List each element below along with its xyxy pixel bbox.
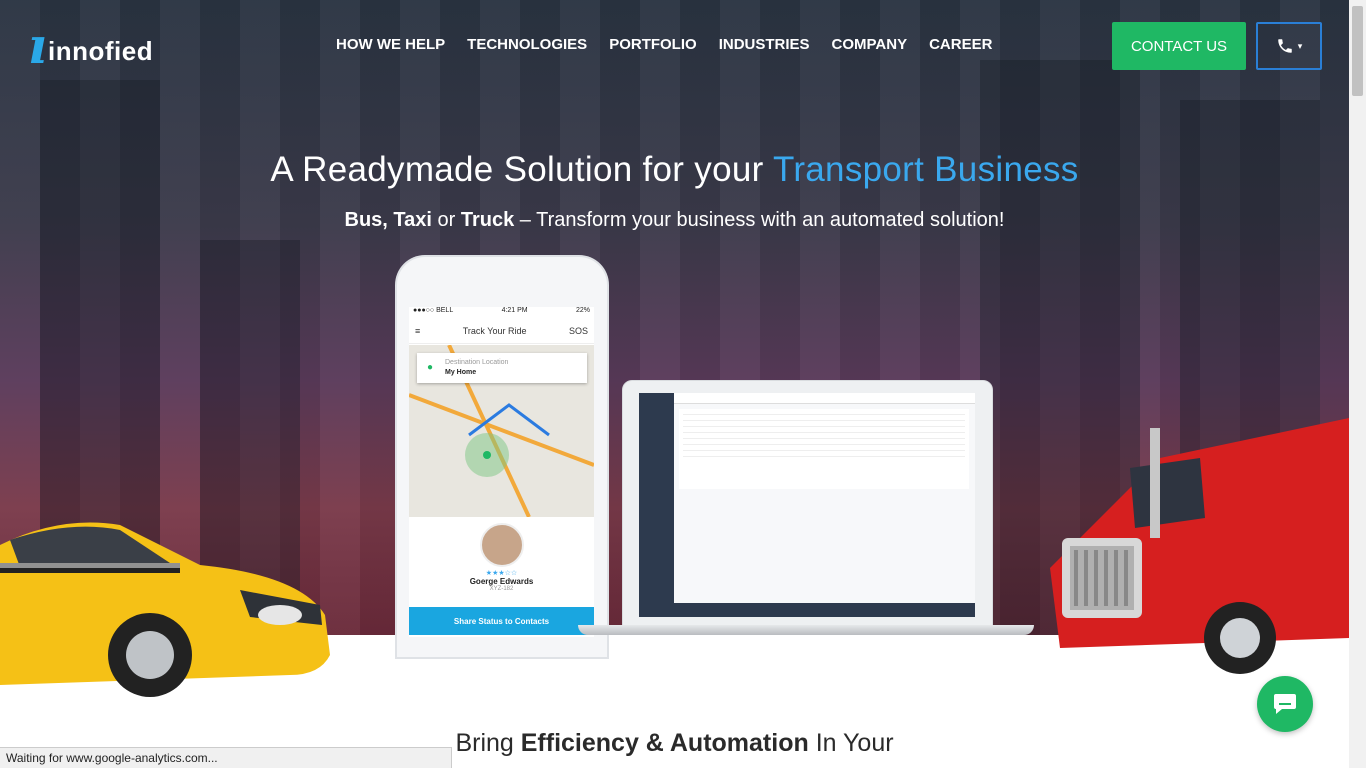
dashboard-topbar <box>674 393 975 404</box>
driver-code: XYZ-182 <box>489 586 514 592</box>
logo-text: innofied <box>48 36 154 66</box>
hero-title-highlight: Transport Business <box>772 150 1079 189</box>
driver-avatar <box>479 523 524 567</box>
laptop-base <box>578 625 1034 635</box>
hero-subtitle: Bus, Taxi or Truck – Transform your busi… <box>0 209 1349 232</box>
battery-text: 22% <box>575 307 590 314</box>
chat-widget-button[interactable] <box>1257 676 1313 732</box>
driver-rating: ★★★☆☆ <box>485 570 518 577</box>
nav-industries[interactable]: INDUSTRIES <box>719 36 810 53</box>
nav-portfolio[interactable]: PORTFOLIO <box>609 36 697 53</box>
taxi-image <box>0 522 330 697</box>
phone-mockup: ●●●○○ BELL 4:21 PM 22% ≡ Track Your Ride… <box>397 257 607 657</box>
chevron-down-icon: ▾ <box>1297 40 1303 51</box>
phone-icon <box>1277 39 1292 53</box>
hero-title-prefix: A Readymade Solution for your <box>270 150 773 189</box>
contact-us-button[interactable]: CONTACT US <box>1112 22 1246 70</box>
carrier-text: ●●●○○ BELL <box>413 307 454 314</box>
brand-logo[interactable]: ı innofied <box>28 20 158 72</box>
sos-label: SOS <box>568 326 588 336</box>
hero-title: A Readymade Solution for your Transport … <box>0 150 1349 190</box>
driver-panel: ★★★☆☆ Goerge Edwards XYZ-182 <box>409 517 594 607</box>
phone-dropdown-button[interactable]: ▾ <box>1256 22 1322 70</box>
phone-screen: ●●●○○ BELL 4:21 PM 22% ≡ Track Your Ride… <box>409 307 594 637</box>
sub-taxi: Taxi <box>393 209 432 231</box>
time-text: 4:21 PM <box>501 307 528 314</box>
dashboard-footer <box>674 603 975 617</box>
logo-mark: ı <box>28 16 47 75</box>
laptop-mockup <box>622 380 993 627</box>
heading-part-c: In Your <box>808 729 894 757</box>
nav-career[interactable]: CAREER <box>929 36 992 53</box>
truck-image <box>1050 418 1349 674</box>
nav-company[interactable]: COMPANY <box>832 36 908 53</box>
dashboard-sidebar <box>639 393 674 617</box>
laptop-screen <box>639 393 975 617</box>
share-status-button: Share Status to Contacts <box>409 607 594 635</box>
nav-how-we-help[interactable]: HOW WE HELP <box>336 36 445 53</box>
sub-truck: Truck <box>460 209 515 231</box>
destination-card: ● Destination Location My Home <box>417 353 587 383</box>
app-bar: ≡ Track Your Ride SOS <box>409 319 594 344</box>
browser-status-bar: Waiting for www.google-analytics.com... <box>0 747 452 768</box>
nav-technologies[interactable]: TECHNOLOGIES <box>467 36 587 53</box>
heading-part-b: Efficiency & Automation <box>520 729 809 757</box>
heading-part-a: Bring <box>455 729 521 757</box>
chat-bubble-icon <box>1274 694 1296 714</box>
app-title: Track Your Ride <box>462 326 527 336</box>
sub-bus: Bus, <box>344 209 388 231</box>
menu-icon: ≡ <box>415 326 421 336</box>
driver-name: Goerge Edwards <box>469 577 534 586</box>
scrollbar-thumb[interactable] <box>1352 6 1363 96</box>
phone-status-bar: ●●●○○ BELL 4:21 PM 22% <box>409 307 594 319</box>
main-nav: HOW WE HELP TECHNOLOGIES PORTFOLIO INDUS… <box>336 36 992 53</box>
sub-rest: – Transform your business with an automa… <box>514 209 1005 231</box>
destination-value: My Home <box>445 369 477 376</box>
dashboard-table <box>679 409 969 489</box>
location-pin-icon: ● <box>427 362 434 373</box>
page-scrollbar[interactable] <box>1349 0 1366 768</box>
sub-or: or <box>431 209 461 231</box>
destination-label: Destination Location <box>445 359 509 366</box>
